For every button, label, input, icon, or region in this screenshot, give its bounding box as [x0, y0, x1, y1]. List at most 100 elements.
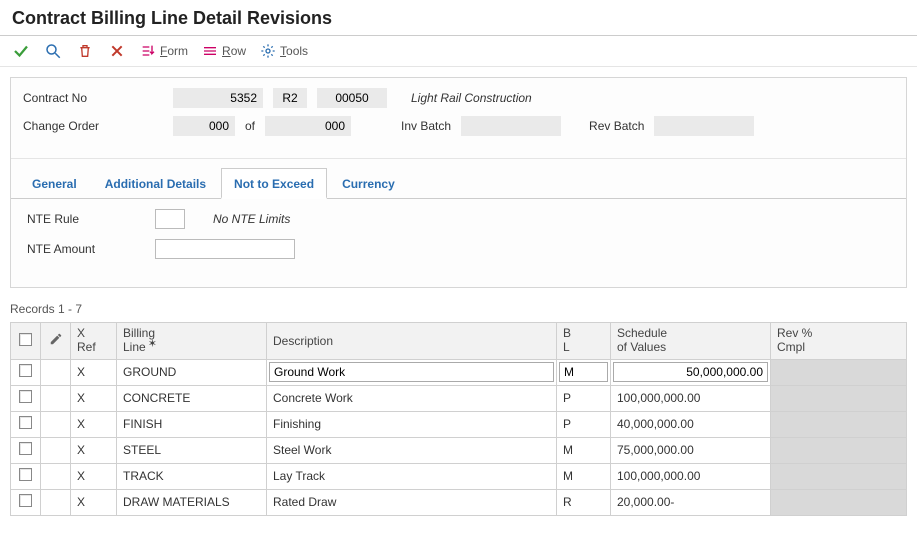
cell-description[interactable]: Finishing [267, 411, 557, 437]
cell-description[interactable]: Steel Work [267, 437, 557, 463]
col-rev-header[interactable]: Rev % Cmpl [771, 323, 907, 360]
cell-xref[interactable]: X [71, 463, 117, 489]
nte-rule-field[interactable] [155, 209, 185, 229]
cell-rev-pct-cmpl[interactable] [771, 411, 907, 437]
cell-rev-pct-cmpl[interactable] [771, 385, 907, 411]
rev-batch-field[interactable] [654, 116, 754, 136]
grid-table: X Ref Billing Line✶ Description B L Sche… [10, 322, 907, 516]
cell-bl[interactable]: M [557, 437, 611, 463]
row-edit-cell[interactable] [41, 385, 71, 411]
cell-bl[interactable]: M [557, 463, 611, 489]
col-bl-header[interactable]: B L [557, 323, 611, 360]
col-xref-header[interactable]: X Ref [71, 323, 117, 360]
cell-rev-pct-cmpl[interactable] [771, 437, 907, 463]
change-order-label: Change Order [23, 119, 163, 133]
cell-rev-pct-cmpl[interactable] [771, 489, 907, 515]
table-row[interactable]: XFINISHFinishingP40,000,000.00 [11, 411, 907, 437]
cell-billing-line[interactable]: FINISH [117, 411, 267, 437]
cell-xref[interactable]: X [71, 489, 117, 515]
rev-batch-label: Rev Batch [589, 119, 644, 133]
cell-description[interactable] [267, 359, 557, 385]
cancel-icon[interactable] [108, 42, 126, 60]
cell-schedule-of-values[interactable]: 75,000,000.00 [611, 437, 771, 463]
cell-schedule-of-values[interactable]: 100,000,000.00 [611, 463, 771, 489]
cell-schedule-of-values[interactable]: 100,000,000.00 [611, 385, 771, 411]
change-order-from-field[interactable] [173, 116, 235, 136]
row-edit-cell[interactable] [41, 463, 71, 489]
tab-additional-details[interactable]: Additional Details [92, 168, 219, 199]
row-select-checkbox[interactable] [11, 385, 41, 411]
cell-rev-pct-cmpl[interactable] [771, 359, 907, 385]
cell-schedule-of-values[interactable]: 20,000.00- [611, 489, 771, 515]
nte-rule-description: No NTE Limits [213, 212, 290, 226]
row-edit-cell[interactable] [41, 489, 71, 515]
tab-not-to-exceed[interactable]: Not to Exceed [221, 168, 327, 199]
contract-no-field[interactable] [173, 88, 263, 108]
row-menu[interactable]: Row [202, 43, 246, 59]
nte-amount-field[interactable] [155, 239, 295, 259]
row-select-checkbox[interactable] [11, 463, 41, 489]
cell-schedule-of-values[interactable]: 40,000,000.00 [611, 411, 771, 437]
cell-billing-line[interactable]: GROUND [117, 359, 267, 385]
cell-description-input[interactable] [269, 362, 554, 382]
cell-billing-line[interactable]: STEEL [117, 437, 267, 463]
cell-description[interactable]: Rated Draw [267, 489, 557, 515]
cell-description[interactable]: Concrete Work [267, 385, 557, 411]
grid-panel: Records 1 - 7 X Ref Billing Line✶ Descri… [10, 302, 907, 516]
cell-xref[interactable]: X [71, 437, 117, 463]
change-order-to-field[interactable] [265, 116, 351, 136]
cell-xref[interactable]: X [71, 385, 117, 411]
cell-bl[interactable]: P [557, 411, 611, 437]
table-row[interactable]: XGROUND [11, 359, 907, 385]
col-select-all[interactable] [11, 323, 41, 360]
nte-rule-label: NTE Rule [27, 212, 137, 226]
col-description-header[interactable]: Description [267, 323, 557, 360]
row-menu-label: Row [222, 44, 246, 58]
contract-suffix1-field[interactable] [273, 88, 307, 108]
table-row[interactable]: XDRAW MATERIALSRated DrawR20,000.00- [11, 489, 907, 515]
contract-description: Light Rail Construction [411, 91, 532, 105]
header-panel: Contract No Light Rail Construction Chan… [10, 77, 907, 288]
row-select-checkbox[interactable] [11, 489, 41, 515]
cell-xref[interactable]: X [71, 411, 117, 437]
table-row[interactable]: XTRACKLay TrackM100,000,000.00 [11, 463, 907, 489]
cell-description[interactable]: Lay Track [267, 463, 557, 489]
tab-general[interactable]: General [19, 168, 90, 199]
row-select-checkbox[interactable] [11, 411, 41, 437]
nte-tab-body: NTE Rule No NTE Limits NTE Amount [11, 199, 906, 287]
cell-schedule-of-values[interactable] [611, 359, 771, 385]
cell-bl[interactable]: P [557, 385, 611, 411]
cell-bl[interactable]: R [557, 489, 611, 515]
search-icon[interactable] [44, 42, 62, 60]
cell-billing-line[interactable]: TRACK [117, 463, 267, 489]
cell-xref[interactable]: X [71, 359, 117, 385]
pencil-icon [49, 335, 63, 349]
inv-batch-field[interactable] [461, 116, 561, 136]
cell-bl-input[interactable] [559, 362, 608, 382]
ok-icon[interactable] [12, 42, 30, 60]
cell-sov-input[interactable] [613, 362, 768, 382]
tab-strip: General Additional Details Not to Exceed… [11, 167, 906, 199]
tools-menu[interactable]: Tools [260, 43, 308, 59]
row-select-checkbox[interactable] [11, 437, 41, 463]
col-sov-header[interactable]: Schedule of Values [611, 323, 771, 360]
inv-batch-label: Inv Batch [401, 119, 451, 133]
col-billing-line-header[interactable]: Billing Line✶ [117, 323, 267, 360]
table-row[interactable]: XCONCRETEConcrete WorkP100,000,000.00 [11, 385, 907, 411]
tab-currency[interactable]: Currency [329, 168, 408, 199]
row-edit-cell[interactable] [41, 437, 71, 463]
table-row[interactable]: XSTEELSteel WorkM75,000,000.00 [11, 437, 907, 463]
row-edit-cell[interactable] [41, 359, 71, 385]
form-menu[interactable]: Form [140, 43, 188, 59]
contract-suffix2-field[interactable] [317, 88, 387, 108]
row-select-checkbox[interactable] [11, 359, 41, 385]
cell-billing-line[interactable]: CONCRETE [117, 385, 267, 411]
toolbar: Form Row Tools [0, 36, 917, 67]
col-edit-header[interactable] [41, 323, 71, 360]
delete-icon[interactable] [76, 42, 94, 60]
cell-billing-line[interactable]: DRAW MATERIALS [117, 489, 267, 515]
row-edit-cell[interactable] [41, 411, 71, 437]
cell-bl[interactable] [557, 359, 611, 385]
records-label: Records 1 - 7 [10, 302, 907, 316]
cell-rev-pct-cmpl[interactable] [771, 463, 907, 489]
